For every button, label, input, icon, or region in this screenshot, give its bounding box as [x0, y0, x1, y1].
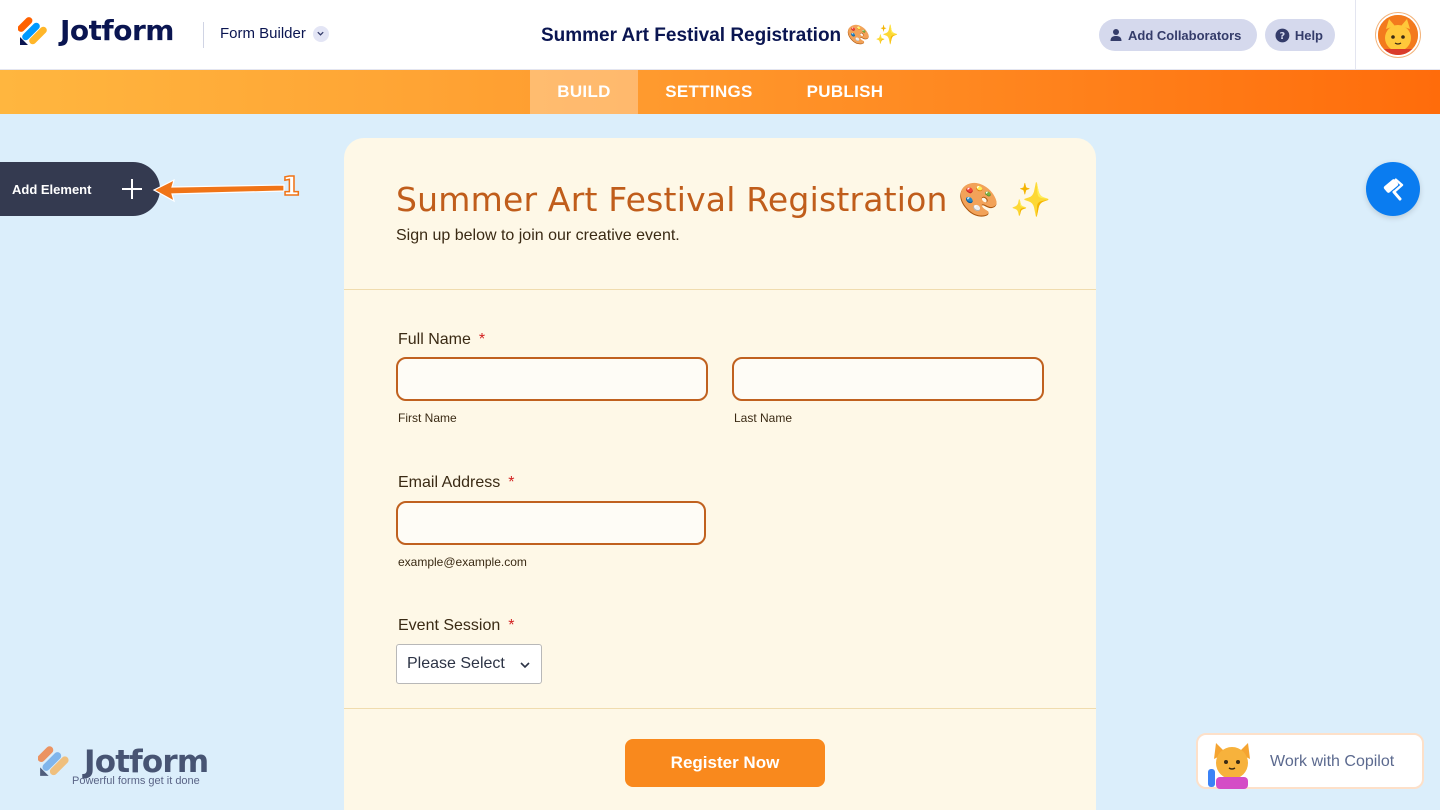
- user-icon: [1110, 29, 1122, 41]
- header-form-title[interactable]: Summer Art Festival Registration 🎨 ✨: [541, 25, 899, 46]
- brand-name: Jotform: [60, 14, 174, 47]
- form-builder-label: Form Builder: [220, 25, 306, 42]
- watermark-tagline: Powerful forms get it done: [72, 775, 200, 787]
- builder-tab-bar: BUILD SETTINGS PUBLISH: [0, 70, 1440, 114]
- required-asterisk: *: [508, 617, 515, 634]
- tab-build[interactable]: BUILD: [530, 70, 638, 114]
- add-element-button[interactable]: Add Element: [0, 162, 160, 216]
- event-session-selected: Please Select: [407, 655, 505, 672]
- first-name-sublabel: First Name: [398, 411, 457, 425]
- required-asterisk: *: [508, 474, 515, 491]
- form-header-section[interactable]: Summer Art Festival Registration 🎨 ✨ Sig…: [344, 138, 1096, 290]
- event-session-select[interactable]: Please Select: [396, 644, 542, 684]
- plus-icon: [122, 179, 142, 199]
- help-label: Help: [1294, 27, 1323, 43]
- last-name-input[interactable]: [732, 357, 1044, 401]
- header-divider-right: [1355, 0, 1356, 70]
- help-button[interactable]: ? Help: [1265, 19, 1335, 51]
- svg-text:?: ?: [1280, 31, 1286, 42]
- required-asterisk: *: [478, 331, 486, 348]
- form-designer-button[interactable]: [1366, 162, 1420, 216]
- annotation-number: 1: [281, 171, 301, 203]
- form-title[interactable]: Summer Art Festival Registration 🎨 ✨: [396, 180, 1052, 220]
- form-subtitle[interactable]: Sign up below to join our creative event…: [396, 227, 680, 245]
- chevron-down-icon: [520, 662, 530, 669]
- email-input[interactable]: [396, 501, 706, 545]
- email-label-text: Email Address: [398, 474, 501, 491]
- chevron-down-icon: [312, 25, 329, 42]
- tab-publish[interactable]: PUBLISH: [790, 70, 900, 114]
- full-name-label-text: Full Name: [398, 331, 471, 348]
- user-avatar[interactable]: [1376, 13, 1420, 57]
- event-session-label-text: Event Session: [398, 617, 501, 634]
- event-session-label[interactable]: Event Session *: [398, 617, 515, 635]
- copilot-label: Work with Copilot: [1270, 753, 1395, 770]
- jotform-logo-icon: [38, 746, 69, 776]
- header-divider: [203, 22, 204, 48]
- email-label[interactable]: Email Address *: [398, 474, 515, 492]
- copilot-button[interactable]: Work with Copilot: [1196, 733, 1424, 789]
- jotform-logo[interactable]: Jotform: [18, 14, 174, 47]
- first-name-input[interactable]: [396, 357, 708, 401]
- jotform-logo-icon: [18, 16, 47, 45]
- register-now-button[interactable]: Register Now: [625, 739, 825, 787]
- annotation-arrow: [152, 178, 285, 203]
- form-card: Summer Art Festival Registration 🎨 ✨ Sig…: [344, 138, 1096, 810]
- form-builder-dropdown[interactable]: Form Builder: [220, 25, 329, 42]
- email-sublabel: example@example.com: [398, 555, 527, 569]
- form-divider: [344, 708, 1096, 709]
- copilot-cat-icon: [1208, 743, 1250, 789]
- add-collaborators-label: Add Collaborators: [1128, 27, 1242, 43]
- add-collaborators-button[interactable]: Add Collaborators: [1099, 19, 1257, 51]
- question-circle-icon: ?: [1275, 28, 1290, 42]
- top-header: Jotform Form Builder Summer Art Festival…: [0, 0, 1440, 70]
- paint-roller-icon: [1383, 178, 1404, 201]
- last-name-sublabel: Last Name: [734, 411, 793, 425]
- add-element-label: Add Element: [12, 181, 92, 197]
- full-name-label[interactable]: Full Name *: [398, 331, 485, 349]
- tab-settings[interactable]: SETTINGS: [645, 70, 773, 114]
